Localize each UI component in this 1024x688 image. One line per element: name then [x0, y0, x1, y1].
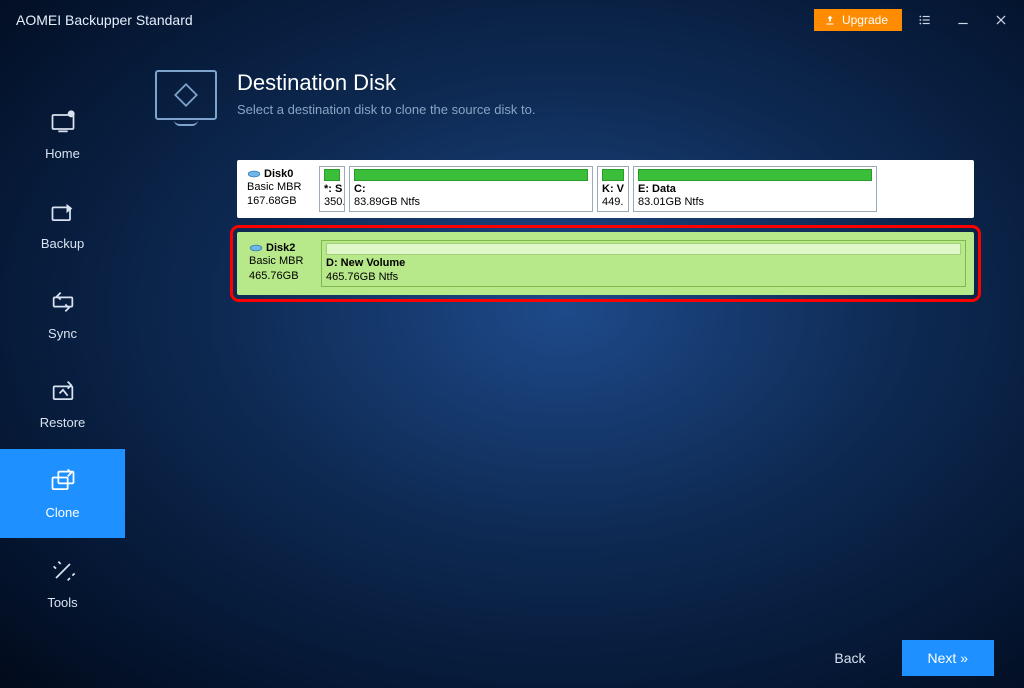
restore-icon: [49, 377, 77, 405]
upgrade-button[interactable]: Upgrade: [814, 9, 902, 31]
home-icon: [49, 108, 77, 136]
close-icon[interactable]: [986, 5, 1016, 35]
main-panel: Destination Disk Select a destination di…: [125, 40, 1024, 628]
titlebar: AOMEI Backupper Standard Upgrade: [0, 0, 1024, 40]
menu-icon[interactable]: [910, 5, 940, 35]
upload-icon: [824, 14, 836, 26]
disk-icon: [249, 243, 263, 253]
backup-icon: [49, 198, 77, 226]
minimize-icon[interactable]: [948, 5, 978, 35]
tools-icon: [49, 557, 77, 585]
partition-list: *: S 350. C: 83.89GB Ntfs K: V 449.: [319, 166, 968, 212]
sync-icon: [49, 288, 77, 316]
sidebar-item-tools[interactable]: Tools: [0, 538, 125, 628]
footer: Back Next »: [0, 628, 1024, 688]
partition[interactable]: E: Data 83.01GB Ntfs: [633, 166, 877, 212]
page-title: Destination Disk: [237, 70, 535, 96]
app-title: AOMEI Backupper Standard: [16, 12, 806, 28]
partition[interactable]: C: 83.89GB Ntfs: [349, 166, 593, 212]
clone-icon: [49, 467, 77, 495]
disk-icon: [247, 169, 261, 179]
sidebar-item-restore[interactable]: Restore: [0, 359, 125, 449]
disk-info: Disk0 Basic MBR 167.68GB: [243, 166, 315, 212]
app-window: AOMEI Backupper Standard Upgrade Home Ba…: [0, 0, 1024, 688]
sidebar-item-backup[interactable]: Backup: [0, 180, 125, 270]
disk-row-disk0[interactable]: Disk0 Basic MBR 167.68GB *: S 350.: [237, 160, 974, 218]
sidebar-item-clone[interactable]: Clone: [0, 449, 125, 539]
partition-list: D: New Volume 465.76GB Ntfs: [321, 240, 966, 286]
sidebar-item-sync[interactable]: Sync: [0, 269, 125, 359]
body: Home Backup Sync Restore Clone Tools: [0, 40, 1024, 628]
partition[interactable]: D: New Volume 465.76GB Ntfs: [321, 240, 966, 286]
sidebar-item-home[interactable]: Home: [0, 90, 125, 180]
page-header: Destination Disk Select a destination di…: [155, 70, 994, 120]
page-subtitle: Select a destination disk to clone the s…: [237, 102, 535, 117]
partition[interactable]: *: S 350.: [319, 166, 345, 212]
disk-row-disk2[interactable]: Disk2 Basic MBR 465.76GB D: New Volume 4…: [237, 232, 974, 294]
destination-disk-icon: [155, 70, 217, 120]
next-button[interactable]: Next »: [902, 640, 994, 676]
partition[interactable]: K: V 449.: [597, 166, 629, 212]
sidebar: Home Backup Sync Restore Clone Tools: [0, 40, 125, 628]
back-button[interactable]: Back: [818, 640, 881, 676]
disk-info: Disk2 Basic MBR 465.76GB: [245, 240, 317, 286]
disk-list: Disk0 Basic MBR 167.68GB *: S 350.: [155, 160, 994, 295]
